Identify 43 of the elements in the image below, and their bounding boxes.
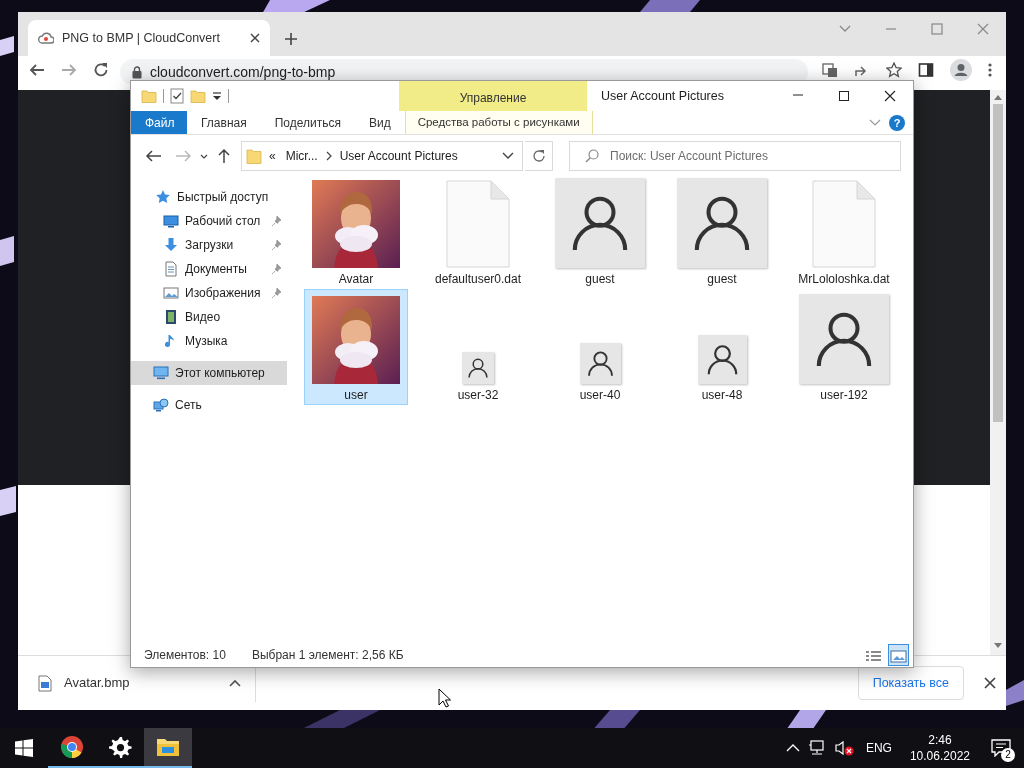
ribbon-tab[interactable]: Вид [354,111,405,134]
nav-item[interactable]: Музыка [131,329,287,353]
file-item[interactable]: Avatar [304,173,408,289]
file-item[interactable]: guest [670,173,774,289]
file-item[interactable]: guest [548,173,652,289]
file-item[interactable]: user-48 [670,289,774,405]
selection-info: Выбран 1 элемент: 2,56 КБ [251,647,404,664]
ribbon-tab[interactable]: Поделиться [260,111,355,134]
language-button[interactable]: ENG [861,739,896,757]
file-item[interactable]: user-32 [426,289,530,405]
nav-item[interactable]: Загрузки [131,233,287,257]
nav-item[interactable]: Этот компьютер [131,361,287,385]
file-item[interactable]: user [304,289,408,405]
file-item[interactable]: defaultuser0.dat [426,173,530,289]
nav-item[interactable]: Изображения [131,281,287,305]
notification-count: 2 [1001,748,1015,762]
item-count: Элементов: 10 [144,647,226,664]
clock-time: 2:46 [928,732,952,748]
file-name[interactable]: Avatar.bmp [64,673,217,693]
overflow-button[interactable]: « [266,147,279,165]
nav-item[interactable]: Рабочий стол [131,209,287,233]
show-all-button[interactable]: Показать все [857,665,964,701]
search-field[interactable]: Поиск: User Account Pictures [569,141,901,171]
window-title: User Account Pictures [600,87,725,105]
breadcrumb[interactable]: Micr... [282,147,321,165]
browser-tab[interactable]: PNG to BMP | CloudConvert [28,20,270,56]
file-item[interactable]: MrLololoshka.dat [792,173,896,289]
breadcrumb[interactable]: User Account Pictures [336,147,461,165]
tab-title: PNG to BMP | CloudConvert [62,29,221,47]
nav-item[interactable]: Сеть [131,393,287,417]
nav-item[interactable]: Документы [131,257,287,281]
file-item[interactable]: user-192 [792,289,896,405]
clock-date: 10.06.2022 [909,748,970,764]
url-text: cloudconvert.com/png-to-bmp [150,65,336,79]
nav-item[interactable]: Видео [131,305,287,329]
address-bar[interactable]: « Micr... User Account Pictures [241,141,523,171]
nav-item[interactable]: Быстрый доступ [131,185,287,209]
help-button[interactable]: ? [889,114,905,131]
notifications-button[interactable]: 2 [984,728,1018,768]
context-tab-header: Управление [399,81,587,111]
file-item[interactable]: user-40 [548,289,652,405]
file-menu-button[interactable]: Файл [131,111,187,134]
ribbon-tab[interactable]: Главная [187,111,261,134]
